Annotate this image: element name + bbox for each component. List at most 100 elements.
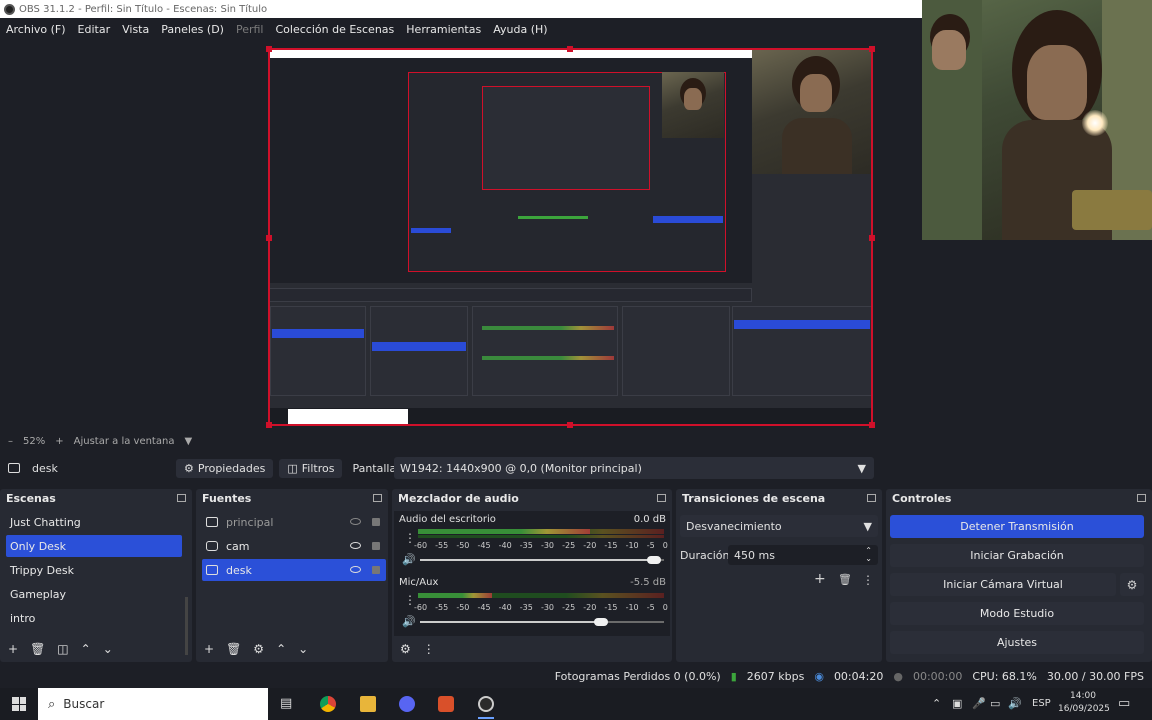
chevron-down-icon: ▼ <box>863 519 872 533</box>
transition-menu-icon[interactable]: ⋮ <box>862 573 874 587</box>
speaker-icon[interactable]: 🔊 <box>402 615 416 628</box>
tick: -15 <box>604 603 618 612</box>
source-item-desk[interactable]: desk <box>202 559 386 581</box>
nested-stop-stream <box>734 320 870 329</box>
scene-item-just-chatting[interactable]: Just Chatting <box>6 511 182 533</box>
tick: -10 <box>625 541 639 550</box>
chrome-icon[interactable] <box>320 696 336 712</box>
remove-transition-button[interactable]: 🗑 <box>838 573 852 586</box>
nested-cam-small <box>662 72 724 138</box>
language-indicator[interactable]: ESP <box>1032 698 1051 709</box>
menu-file[interactable]: Archivo (F) <box>6 23 66 36</box>
person-face <box>1027 45 1087 120</box>
display-tray-icon[interactable]: ▭ <box>990 697 1000 710</box>
settings-button[interactable]: Ajustes <box>890 631 1144 654</box>
lock-icon[interactable] <box>372 566 380 574</box>
notifications-icon[interactable]: ▭ <box>1118 696 1130 711</box>
controls-title: Controles <box>892 492 952 505</box>
scene-item-only-desk[interactable]: Only Desk <box>6 535 182 557</box>
duration-value: 450 ms <box>734 548 775 562</box>
properties-button[interactable]: ⚙ Propiedades <box>176 458 274 478</box>
nested-meter <box>518 216 588 219</box>
task-view-icon[interactable]: ▤ <box>280 696 292 711</box>
menu-view[interactable]: Vista <box>122 23 149 36</box>
dock-float-icon[interactable] <box>177 494 186 502</box>
lock-icon[interactable] <box>372 542 380 550</box>
filter-icon: ◫ <box>287 461 298 475</box>
sources-list[interactable]: principal cam desk <box>198 511 386 636</box>
windows-start-icon[interactable] <box>12 697 26 711</box>
menu-profile[interactable]: Perfil <box>236 23 264 36</box>
dock-float-icon[interactable] <box>867 494 876 502</box>
scenes-list[interactable]: Just Chatting Only Desk Trippy Desk Game… <box>2 511 190 655</box>
meter-desktop-bg-2 <box>418 535 664 538</box>
source-properties-button[interactable]: ⚙ <box>253 642 264 656</box>
taskbar-search[interactable]: ⌕ Buscar <box>38 688 268 720</box>
move-scene-down-button[interactable]: ⌄ <box>103 642 113 656</box>
obs-taskbar-icon[interactable] <box>478 696 494 712</box>
add-source-button[interactable]: + <box>204 642 214 656</box>
duration-spinbox[interactable]: 450 ms ⌃ ⌄ <box>728 545 878 565</box>
volume-slider-desktop-knob[interactable] <box>647 556 662 564</box>
zoom-in-icon[interactable]: + <box>55 436 63 447</box>
menu-bar: Archivo (F) Editar Vista Paneles (D) Per… <box>0 18 922 40</box>
menu-docks[interactable]: Paneles (D) <box>161 23 224 36</box>
scene-filters-button[interactable]: ◫ <box>57 642 68 656</box>
filters-button[interactable]: ◫ Filtros <box>279 458 343 478</box>
move-source-down-button[interactable]: ⌄ <box>298 642 308 656</box>
dock-float-icon[interactable] <box>657 494 666 502</box>
dock-float-icon[interactable] <box>373 494 382 502</box>
advanced-audio-icon[interactable]: ⚙ <box>400 642 411 656</box>
speaker-icon[interactable]: 🔊 <box>402 553 416 566</box>
studio-mode-button[interactable]: Modo Estudio <box>890 602 1144 625</box>
start-virtual-camera-button[interactable]: Iniciar Cámara Virtual <box>890 573 1116 596</box>
eye-icon[interactable] <box>350 542 361 549</box>
fit-to-window[interactable]: Ajustar a la ventana <box>74 436 175 447</box>
add-scene-button[interactable]: + <box>8 642 18 656</box>
start-recording-button[interactable]: Iniciar Grabación <box>890 544 1144 567</box>
source-item-principal[interactable]: principal <box>202 511 386 533</box>
volume-icon[interactable]: 🔊 <box>1008 697 1022 710</box>
camera-tray-icon[interactable]: ▣ <box>952 697 962 710</box>
spin-arrows-icon[interactable]: ⌃ ⌄ <box>865 547 872 563</box>
move-scene-up-button[interactable]: ⌃ <box>81 642 91 656</box>
nested-mixer-dock <box>472 306 618 396</box>
menu-help[interactable]: Ayuda (H) <box>493 23 547 36</box>
tick: -55 <box>435 603 449 612</box>
menu-tools[interactable]: Herramientas <box>406 23 481 36</box>
menu-edit[interactable]: Editar <box>78 23 111 36</box>
zoom-dropdown-icon[interactable]: ▼ <box>184 436 192 447</box>
remove-source-button[interactable]: 🗑 <box>226 642 241 656</box>
menu-scene-collection[interactable]: Colección de Escenas <box>276 23 395 36</box>
add-transition-button[interactable]: + <box>814 571 826 587</box>
dock-float-icon[interactable] <box>1137 494 1146 502</box>
move-source-up-button[interactable]: ⌃ <box>276 642 286 656</box>
remove-scene-button[interactable]: 🗑 <box>30 642 45 656</box>
zoom-out-icon[interactable]: – <box>8 436 13 447</box>
discord-icon[interactable] <box>399 696 415 712</box>
display-select[interactable]: W1942: 1440x900 @ 0,0 (Monitor principal… <box>394 457 874 479</box>
file-explorer-icon[interactable] <box>360 696 376 712</box>
volume-slider-mic-knob[interactable] <box>593 618 608 626</box>
monitor-icon <box>206 565 218 575</box>
mixer-title: Mezclador de audio <box>398 492 519 505</box>
clock[interactable]: 14:00 16/09/2025 <box>1058 690 1110 716</box>
transition-select[interactable]: Desvanecimiento ▼ <box>680 515 878 537</box>
scene-item-intro[interactable]: intro <box>6 607 182 629</box>
scene-item-gameplay[interactable]: Gameplay <box>6 583 182 605</box>
virtual-camera-settings-button[interactable]: ⚙ <box>1120 573 1144 596</box>
lock-icon[interactable] <box>372 518 380 526</box>
scene-item-trippy-desk[interactable]: Trippy Desk <box>6 559 182 581</box>
transitions-title: Transiciones de escena <box>682 492 826 505</box>
microphone-icon[interactable]: 🎤 <box>972 697 986 710</box>
game-app-icon[interactable] <box>438 696 454 712</box>
mixer-menu-icon[interactable]: ⋮ <box>423 642 435 656</box>
eye-icon[interactable] <box>350 566 361 573</box>
preview-area[interactable] <box>0 40 922 430</box>
gear-icon: ⚙ <box>184 461 194 475</box>
source-item-cam[interactable]: cam <box>202 535 386 557</box>
preview-canvas[interactable] <box>268 48 873 426</box>
eye-hidden-icon[interactable] <box>350 518 361 525</box>
chevron-up-icon[interactable]: ⌃ <box>932 697 941 710</box>
stop-stream-button[interactable]: Detener Transmisión <box>890 515 1144 538</box>
